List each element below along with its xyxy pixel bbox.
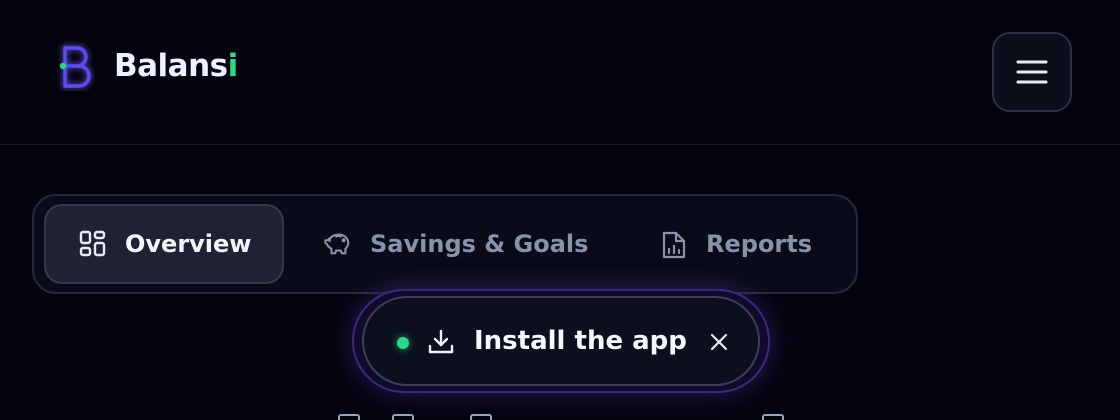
brand-name-accent: i <box>227 48 239 84</box>
grid-icon <box>79 230 107 258</box>
partial-icon <box>338 414 360 420</box>
app-header: Balansi <box>0 0 1120 145</box>
brand-name: Balansi <box>114 40 238 92</box>
b-logo-icon <box>56 40 96 92</box>
close-icon[interactable] <box>708 331 730 353</box>
section-tabs: Overview Savings & Goals Reports <box>32 194 858 294</box>
tab-reports[interactable]: Reports <box>660 204 812 284</box>
partial-icon <box>470 414 492 420</box>
install-app-banner[interactable]: Install the app <box>362 296 760 386</box>
download-icon <box>427 328 455 356</box>
brand[interactable]: Balansi <box>56 40 238 92</box>
brand-name-main: Balans <box>114 48 228 84</box>
tab-savings-goals[interactable]: Savings & Goals <box>324 204 588 284</box>
status-dot <box>397 337 409 349</box>
tab-label: Savings & Goals <box>370 230 589 258</box>
piggy-bank-icon <box>324 230 352 258</box>
partial-icon <box>762 414 784 420</box>
tab-overview[interactable]: Overview <box>44 204 284 284</box>
tab-label: Overview <box>125 230 252 258</box>
install-app-label[interactable]: Install the app <box>474 298 687 384</box>
menu-button[interactable] <box>992 32 1072 112</box>
hamburger-menu-icon <box>1016 60 1048 84</box>
partial-icon <box>392 414 414 420</box>
tab-label: Reports <box>706 230 813 258</box>
report-document-icon <box>660 230 688 259</box>
